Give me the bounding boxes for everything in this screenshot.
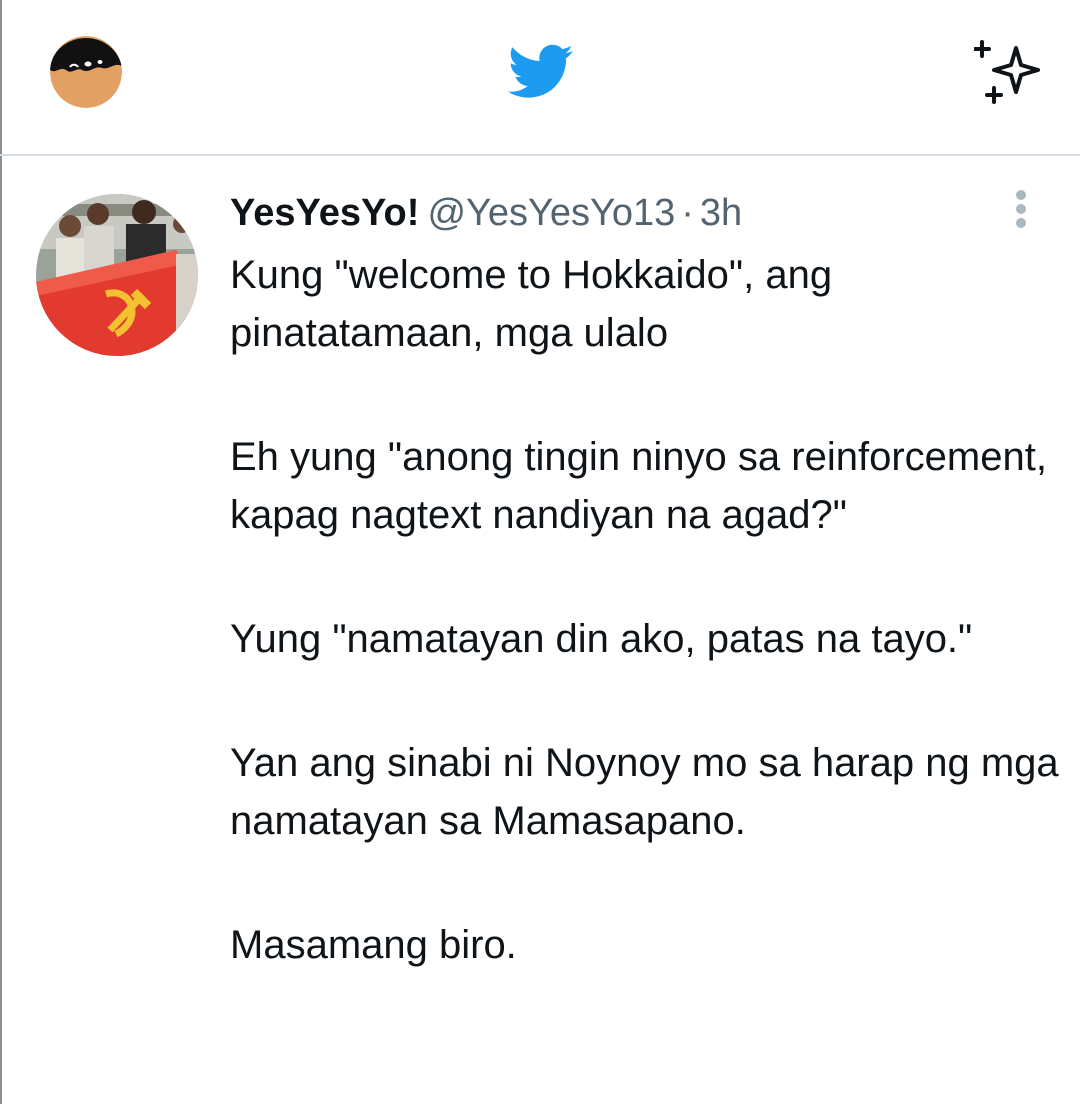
display-name[interactable]: YesYesYo! bbox=[230, 192, 419, 234]
header-separator: · bbox=[681, 192, 694, 234]
tweet-paragraph: Kung "welcome to Hokkaido", ang pinatata… bbox=[230, 253, 833, 355]
twitter-bird-icon bbox=[508, 44, 574, 100]
tweet-timestamp[interactable]: 3h bbox=[700, 192, 742, 234]
profile-avatar-image bbox=[50, 36, 122, 108]
tweet-paragraph: Yan ang sinabi ni Noynoy mo sa harap ng … bbox=[230, 741, 1059, 843]
more-vertical-icon[interactable] bbox=[1004, 188, 1038, 230]
more-dot bbox=[1016, 190, 1026, 200]
tweet-header: YesYesYo! @YesYesYo13 · 3h bbox=[230, 190, 742, 236]
author-avatar[interactable] bbox=[36, 194, 198, 356]
sparkle-timeline-icon[interactable] bbox=[973, 40, 1044, 106]
top-app-bar bbox=[0, 0, 1080, 156]
tweet-paragraph: Yung "namatayan din ako, patas na tayo." bbox=[230, 617, 973, 661]
profile-avatar[interactable] bbox=[50, 36, 122, 108]
more-dot bbox=[1016, 204, 1026, 214]
tweet[interactable]: YesYesYo! @YesYesYo13 · 3h Kung "welcome to… bbox=[0, 158, 1080, 1104]
author-avatar-photo bbox=[36, 194, 198, 356]
tweet-paragraph: Eh yung "anong tingin ninyo sa reinforce… bbox=[230, 435, 1047, 537]
more-dot bbox=[1016, 218, 1026, 228]
tweet-paragraph: Masamang biro. bbox=[230, 923, 517, 967]
user-handle[interactable]: @YesYesYo13 bbox=[427, 192, 675, 234]
tweet-text: Kung "welcome to Hokkaido", ang pinatata… bbox=[230, 246, 1060, 1040]
